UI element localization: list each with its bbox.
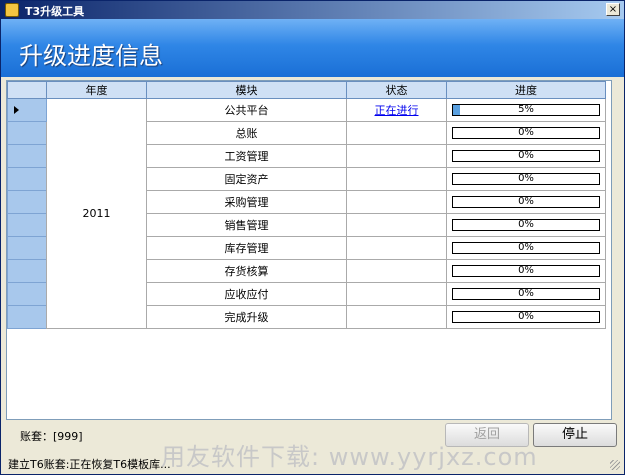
progress-bar: 0% bbox=[452, 265, 600, 277]
banner-title: 升级进度信息 bbox=[19, 42, 163, 70]
column-header-status[interactable]: 状态 bbox=[346, 81, 447, 99]
status-cell bbox=[346, 144, 447, 168]
module-cell: 完成升级 bbox=[146, 305, 347, 329]
progress-cell: 0% bbox=[446, 213, 606, 237]
progress-label: 0% bbox=[518, 150, 534, 161]
progress-bar: 0% bbox=[452, 150, 600, 162]
row-header[interactable] bbox=[7, 190, 47, 214]
row-header[interactable] bbox=[7, 213, 47, 237]
row-header[interactable] bbox=[7, 167, 47, 191]
progress-bar: 0% bbox=[452, 219, 600, 231]
progress-grid: 年度 模块 状态 进度 2011 公共平台 正在进行 5% 总账 0% 工资管理 0% 固定资产… bbox=[6, 80, 612, 420]
progress-label: 0% bbox=[518, 196, 534, 207]
progress-label: 0% bbox=[518, 127, 534, 138]
row-header[interactable] bbox=[7, 282, 47, 306]
progress-label: 0% bbox=[518, 219, 534, 230]
progress-cell: 0% bbox=[446, 236, 606, 260]
progress-bar: 0% bbox=[452, 288, 600, 300]
progress-label: 0% bbox=[518, 311, 534, 322]
progress-bar: 0% bbox=[452, 127, 600, 139]
status-cell: 正在进行 bbox=[346, 98, 447, 122]
current-row-indicator[interactable] bbox=[7, 98, 47, 122]
status-message: 建立T6账套:正在恢复T6模板库... bbox=[8, 458, 171, 471]
progress-cell: 0% bbox=[446, 190, 606, 214]
resize-grip-icon[interactable] bbox=[610, 460, 620, 470]
row-header[interactable] bbox=[7, 144, 47, 168]
window-title: T3升级工具 bbox=[25, 5, 85, 18]
progress-cell: 0% bbox=[446, 305, 606, 329]
progress-cell: 0% bbox=[446, 144, 606, 168]
column-header-year[interactable]: 年度 bbox=[46, 81, 147, 99]
close-button[interactable]: × bbox=[606, 3, 620, 16]
status-cell bbox=[346, 213, 447, 237]
progress-table: 年度 模块 状态 进度 2011 公共平台 正在进行 5% 总账 0% 工资管理 0% 固定资产… bbox=[7, 81, 606, 329]
module-cell: 工资管理 bbox=[146, 144, 347, 168]
stop-button[interactable]: 停止 bbox=[533, 423, 617, 447]
account-label: 账套：[999] bbox=[20, 430, 83, 443]
row-header[interactable] bbox=[7, 259, 47, 283]
progress-bar: 0% bbox=[452, 173, 600, 185]
column-header-module[interactable]: 模块 bbox=[146, 81, 347, 99]
status-cell bbox=[346, 236, 447, 260]
back-button[interactable]: 返回 bbox=[445, 423, 529, 447]
status-cell bbox=[346, 259, 447, 283]
status-link[interactable]: 正在进行 bbox=[375, 104, 419, 117]
module-cell: 销售管理 bbox=[146, 213, 347, 237]
progress-bar: 0% bbox=[452, 242, 600, 254]
app-icon bbox=[5, 3, 19, 17]
module-cell: 公共平台 bbox=[146, 98, 347, 122]
column-header-progress[interactable]: 进度 bbox=[446, 81, 606, 99]
module-cell: 应收应付 bbox=[146, 282, 347, 306]
progress-bar: 5% bbox=[452, 104, 600, 116]
progress-label: 0% bbox=[518, 265, 534, 276]
progress-cell: 5% bbox=[446, 98, 606, 122]
status-cell bbox=[346, 121, 447, 145]
status-cell bbox=[346, 305, 447, 329]
status-cell bbox=[346, 190, 447, 214]
module-cell: 采购管理 bbox=[146, 190, 347, 214]
progress-label: 5% bbox=[518, 104, 534, 115]
header-banner: 升级进度信息 bbox=[1, 19, 624, 77]
module-cell: 库存管理 bbox=[146, 236, 347, 260]
module-cell: 总账 bbox=[146, 121, 347, 145]
year-cell: 2011 bbox=[46, 98, 147, 329]
progress-cell: 0% bbox=[446, 282, 606, 306]
progress-bar: 0% bbox=[452, 196, 600, 208]
row-header[interactable] bbox=[7, 236, 47, 260]
progress-cell: 0% bbox=[446, 167, 606, 191]
module-cell: 存货核算 bbox=[146, 259, 347, 283]
row-header[interactable] bbox=[7, 121, 47, 145]
row-header[interactable] bbox=[7, 305, 47, 329]
row-header-corner bbox=[7, 81, 47, 99]
title-bar: T3升级工具 × bbox=[1, 1, 624, 19]
progress-cell: 0% bbox=[446, 121, 606, 145]
module-cell: 固定资产 bbox=[146, 167, 347, 191]
progress-label: 0% bbox=[518, 173, 534, 184]
progress-cell: 0% bbox=[446, 259, 606, 283]
progress-label: 0% bbox=[518, 288, 534, 299]
status-cell bbox=[346, 282, 447, 306]
table-row[interactable]: 2011 公共平台 正在进行 5% bbox=[7, 98, 606, 329]
progress-label: 0% bbox=[518, 242, 534, 253]
upgrade-tool-window: T3升级工具 × 升级进度信息 年度 模块 状态 进度 2011 公共平台 正在进行… bbox=[0, 0, 625, 475]
progress-bar: 0% bbox=[452, 311, 600, 323]
status-cell bbox=[346, 167, 447, 191]
